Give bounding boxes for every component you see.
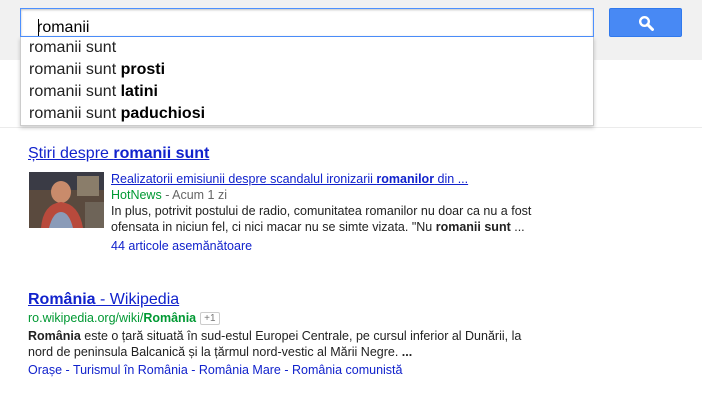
sitelink[interactable]: România comunistă [292,363,402,377]
search-result: România - Wikipedia ro.wikipedia.org/wik… [28,291,548,377]
news-heading-link[interactable]: Știri despre romanii sunt [28,145,209,163]
related-articles-link[interactable]: 44 articole asemănătoare [111,239,252,253]
sitelink[interactable]: Turismul în România [73,363,188,377]
sitelinks: Orașe - Turismul în România - România Ma… [28,363,403,377]
news-snippet: In plus, potrivit postului de radio, com… [111,204,532,234]
suggestion-item[interactable]: romanii sunt latini [21,81,593,103]
suggestion-item[interactable]: romanii sunt [21,37,593,59]
news-thumbnail[interactable] [29,172,104,228]
autocomplete-dropdown: romanii sunt romanii sunt prosti romanii… [20,37,594,126]
divider [0,127,702,128]
search-input[interactable]: romanii sunt [20,8,594,54]
news-time: - Acum 1 zi [161,188,228,202]
news-article-title-link[interactable]: Realizatorii emisiunii despre scandalul … [111,172,468,186]
sitelink[interactable]: România Mare [199,363,281,377]
result-url: ro.wikipedia.org/wiki/România +1 [28,311,548,325]
text-caret [38,19,39,36]
magnifier-icon [638,15,654,31]
news-source: HotNews [111,188,162,202]
suggestion-item[interactable]: romanii sunt paduchiosi [21,103,593,125]
search-button[interactable] [609,8,682,37]
suggestion-item[interactable]: romanii sunt prosti [21,59,593,81]
sitelink[interactable]: Orașe [28,363,62,377]
plus-one-button[interactable]: +1 [200,312,220,325]
result-snippet: România este o țară situată în sud-estul… [28,329,522,359]
result-title-link[interactable]: România - Wikipedia [28,291,179,308]
news-article: Realizatorii emisiunii despre scandalul … [111,171,541,254]
